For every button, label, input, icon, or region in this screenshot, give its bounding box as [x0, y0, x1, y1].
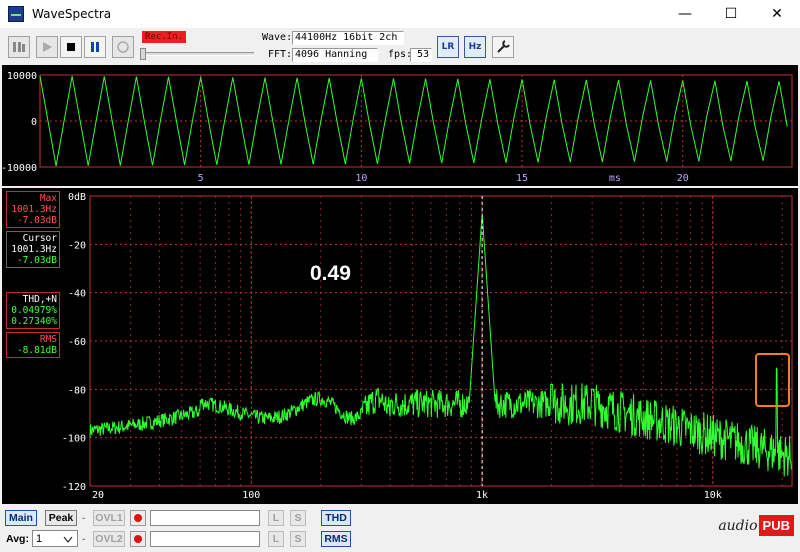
- ovl2-load-button[interactable]: L: [268, 531, 284, 547]
- max-title: Max: [39, 193, 57, 204]
- record-button[interactable]: [112, 36, 134, 58]
- channel-lr-button[interactable]: LR: [437, 36, 459, 58]
- wave-x-unit: ms: [609, 173, 621, 184]
- spectrum-freq-tick: 20: [92, 490, 104, 501]
- wave-y-tick: 0: [31, 117, 37, 128]
- ovl1-button[interactable]: OVL1: [93, 510, 125, 526]
- waveform-panel: 10000 0 -10000 5 10 15 20 ms: [1, 65, 798, 186]
- ovl1-record-button[interactable]: [130, 510, 146, 526]
- logo-pub-text: PUB: [758, 515, 794, 536]
- play-icon: [43, 42, 52, 52]
- maximize-button[interactable]: ☐: [708, 0, 754, 28]
- rec-in-indicator: Rec.In.: [142, 31, 186, 43]
- wave-x-tick: 15: [516, 173, 528, 184]
- spectrum-db-tick: -40: [68, 289, 86, 300]
- cursor-freq: 1001.3Hz: [11, 244, 57, 255]
- record-dot-icon: [134, 535, 142, 543]
- ovl2-button[interactable]: OVL2: [93, 531, 125, 547]
- avg-select[interactable]: 1: [32, 530, 78, 547]
- spectrum-db-tick: -80: [68, 385, 86, 396]
- wrench-icon: [497, 40, 510, 53]
- thd-button[interactable]: THD: [321, 510, 351, 526]
- ovl2-name-field[interactable]: [150, 531, 260, 547]
- thdn-value: 0.27340%: [11, 316, 57, 327]
- ovl2-record-button[interactable]: [130, 531, 146, 547]
- cursor-readout: Cursor 1001.3Hz -7.03dB: [6, 231, 60, 268]
- bottom-bar: Main Peak - OVL1 L S Avg: 1 - OVL2 L S T…: [0, 505, 800, 552]
- hz-db-icon: Hz: [468, 42, 482, 52]
- logo-audio-text: audio: [718, 517, 758, 534]
- spectrum-db-tick: -120: [62, 482, 86, 493]
- avg-value: 1: [36, 532, 43, 545]
- input-level-slider[interactable]: [140, 48, 146, 60]
- spectrum-freq-tick: 10k: [704, 490, 722, 501]
- app-icon: [8, 6, 24, 22]
- close-button[interactable]: ✕: [754, 0, 800, 28]
- fps-label: fps:: [388, 49, 413, 60]
- ovl2-save-button[interactable]: S: [290, 531, 306, 547]
- overlay-value: 0.49: [310, 262, 351, 285]
- play-button[interactable]: [36, 36, 58, 58]
- ovl1-load-button[interactable]: L: [268, 510, 284, 526]
- toolbar: Rec.In. Wave: 44100Hz 16bit 2ch FFT: 409…: [0, 28, 800, 64]
- chevron-down-icon: [63, 536, 73, 544]
- thd-title: THD,+N: [22, 294, 57, 305]
- fft-format-field: 4096 Hanning: [292, 48, 378, 62]
- mixer-icon: [13, 42, 25, 52]
- dash-2: -: [82, 533, 86, 545]
- device-settings-button[interactable]: [8, 36, 30, 58]
- lr-icon: LR: [441, 42, 455, 52]
- max-freq: 1001.3Hz: [11, 204, 57, 215]
- cursor-db: -7.03dB: [16, 255, 57, 266]
- spectrum-settings-button[interactable]: Hz: [464, 36, 486, 58]
- audiopub-logo: audio PUB: [718, 515, 794, 536]
- thd-value: 0.04979%: [11, 305, 57, 316]
- wave-format-field: 44100Hz 16bit 2ch: [292, 31, 404, 45]
- minimize-button[interactable]: —: [662, 0, 708, 28]
- spectrum-db-tick: -60: [68, 337, 86, 348]
- wave-x-tick: 20: [677, 173, 689, 184]
- main-button[interactable]: Main: [5, 510, 37, 526]
- dash-1: -: [82, 512, 86, 524]
- rms-readout: RMS -8.81dB: [6, 332, 60, 358]
- rms-button[interactable]: RMS: [321, 531, 351, 547]
- stop-button[interactable]: [60, 36, 82, 58]
- ovl1-save-button[interactable]: S: [290, 510, 306, 526]
- spectrum-freq-tick: 1k: [476, 490, 488, 501]
- title-bar: WaveSpectra — ☐ ✕: [0, 0, 800, 28]
- wave-x-tick: 10: [355, 173, 367, 184]
- avg-label: Avg:: [6, 533, 29, 545]
- cursor-title: Cursor: [22, 233, 57, 244]
- wave-y-tick: -10000: [2, 163, 37, 174]
- record-icon: [117, 41, 129, 53]
- peak-button[interactable]: Peak: [45, 510, 77, 526]
- record-dot-icon: [134, 514, 142, 522]
- ovl1-name-field[interactable]: [150, 510, 260, 526]
- highlight-box: [755, 353, 790, 407]
- rms-title: RMS: [39, 334, 57, 345]
- pause-icon: [91, 42, 99, 52]
- max-db: -7.03dB: [16, 215, 57, 226]
- wave-x-tick: 5: [198, 173, 204, 184]
- wave-y-tick: 10000: [7, 71, 37, 82]
- settings-button[interactable]: [492, 36, 514, 58]
- waveform-graph: 10000 0 -10000 5 10 15 20 ms: [1, 71, 793, 184]
- pause-button[interactable]: [84, 36, 106, 58]
- thd-readout: THD,+N 0.04979% 0.27340%: [6, 292, 60, 329]
- max-readout: Max 1001.3Hz -7.03dB: [6, 191, 60, 228]
- fft-label: FFT:: [268, 49, 293, 60]
- spectrum-db-tick: -100: [62, 434, 86, 445]
- spectrum-db-tick: 0dB: [68, 192, 86, 203]
- fps-field: 53: [410, 48, 432, 62]
- spectrum-freq-tick: 100: [242, 490, 260, 501]
- rms-value: -8.81dB: [16, 345, 57, 356]
- wave-label: Wave:: [262, 32, 293, 43]
- spectrum-db-tick: -20: [68, 240, 86, 251]
- spectrum-graph: 0dB -20 -40 -60 -80 -100 -120 20 100 1k 10k: [62, 192, 793, 501]
- window-title: WaveSpectra: [32, 7, 112, 21]
- stop-icon: [67, 43, 75, 51]
- input-level-track: [142, 52, 254, 56]
- window-controls: — ☐ ✕: [662, 0, 800, 28]
- spectrum-panel: 0dB -20 -40 -60 -80 -100 -120 20 100 1k 10k Max 10…: [2, 188, 798, 504]
